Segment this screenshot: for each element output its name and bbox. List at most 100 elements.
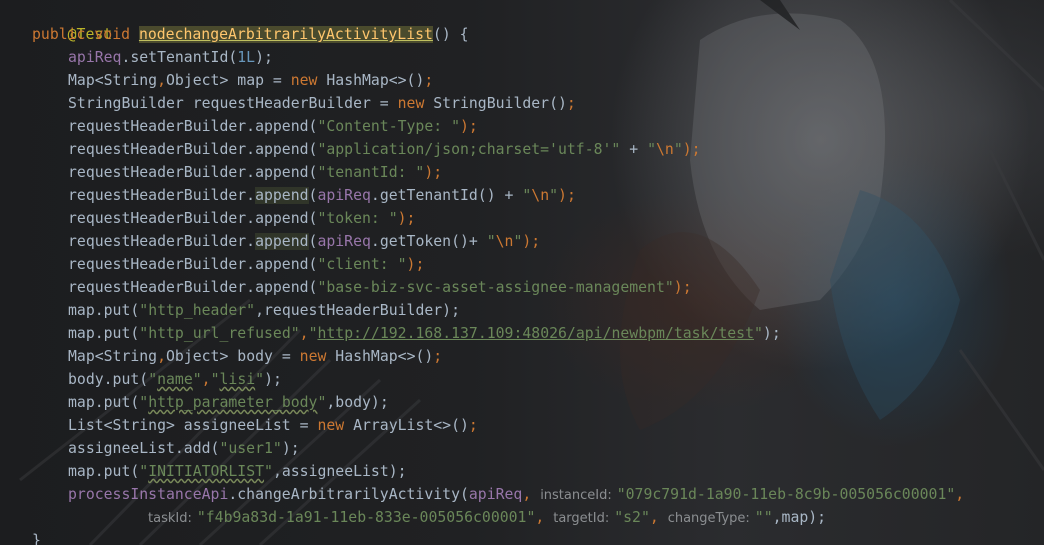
punctuation: , (157, 348, 167, 365)
punctuation: ); (406, 256, 425, 273)
code-line-7[interactable]: requestHeaderBuilder.append("application… (68, 138, 701, 161)
code-text: requestHeaderBuilder.append( (68, 279, 318, 296)
string-literal: " (210, 371, 220, 388)
code-text: ArrayList<>() (344, 417, 469, 434)
code-line-3[interactable]: apiReq.setTenantId(1L); (68, 46, 273, 69)
code-text: ,assigneeList); (272, 463, 407, 480)
string-literal: "079c791d-1a90-11eb-8c9b-005056c00001" (616, 486, 956, 503)
keyword-void: void (94, 26, 131, 43)
code-line-18[interactable]: map.put("http_parameter_body",body); (68, 391, 389, 414)
operator: + (495, 187, 523, 204)
code-text: .getToken()+ (370, 233, 487, 250)
code-text: requestHeaderBuilder. (68, 233, 256, 250)
signature-rest: () { (432, 26, 469, 43)
field-token: apiReq (317, 233, 371, 250)
keyword-new: new (299, 348, 327, 365)
keyword-new: new (290, 72, 318, 89)
punctuation: , (535, 509, 545, 526)
keyword-new: new (397, 95, 425, 112)
code-line-10[interactable]: requestHeaderBuilder.append("token: "); (68, 207, 415, 230)
string-literal: " (192, 371, 202, 388)
code-line-12[interactable]: requestHeaderBuilder.append("client: "); (68, 253, 424, 276)
string-literal: " (148, 371, 158, 388)
code-editor[interactable]: @Test public void nodechangeArbitrarilyA… (0, 0, 1044, 545)
code-text: map.put( (68, 302, 140, 319)
escape-sequence: \n (495, 233, 514, 250)
keyword-new: new (317, 417, 345, 434)
url-link[interactable]: http://192.168.137.109:48026/api/newbpm/… (317, 325, 754, 342)
string-literal: " (486, 233, 496, 250)
escape-sequence: \n (531, 187, 550, 204)
parameter-hint: targetId: (553, 511, 610, 526)
code-line-6[interactable]: requestHeaderBuilder.append("Content-Typ… (68, 115, 478, 138)
code-text: Map<String (68, 72, 158, 89)
string-literal: "token: " (317, 210, 398, 227)
field-token: apiReq (68, 49, 122, 66)
punctuation: , (522, 486, 532, 503)
string-literal: "f4b9a83d-1a91-11eb-833e-005056c00001" (196, 509, 536, 526)
string-literal: "base-biz-svc-asset-assignee-management" (317, 279, 674, 296)
code-text: map.put( (68, 463, 140, 480)
code-line-19[interactable]: List<String> assigneeList = new ArrayLis… (68, 414, 478, 437)
string-literal: " (549, 187, 559, 204)
string-literal: "user1" (219, 440, 282, 457)
string-literal: INITIATORLIST (148, 463, 265, 480)
code-text: requestHeaderBuilder.append( (68, 118, 318, 135)
punctuation: , (157, 72, 167, 89)
code-text: map.put( (68, 325, 140, 342)
code-text: Object> map = (166, 72, 291, 89)
code-line-20[interactable]: assigneeList.add("user1"); (68, 437, 300, 460)
string-literal: " (139, 463, 149, 480)
highlighted-append: append (255, 187, 309, 204)
string-literal: "http_header" (139, 302, 256, 319)
field-token: apiReq (317, 187, 371, 204)
code-text: assigneeList.add( (68, 440, 220, 457)
string-literal: http_parameter_body (148, 394, 318, 411)
string-literal: name (157, 371, 193, 388)
punctuation: , (201, 371, 211, 388)
code-line-9[interactable]: requestHeaderBuilder.append(apiReq.getTe… (68, 184, 576, 207)
punctuation: ); (558, 187, 576, 204)
method-name-token[interactable]: nodechangeArbitrarilyActivityList (138, 26, 433, 43)
code-line-14[interactable]: map.put("http_header",requestHeaderBuild… (68, 299, 460, 322)
code-line-24[interactable]: } (32, 529, 41, 545)
punctuation: , (649, 509, 659, 526)
code-text: StringBuilder() (424, 95, 567, 112)
code-text: .setTenantId( (121, 49, 238, 66)
string-literal: " (647, 141, 656, 158)
code-line-16[interactable]: Map<String,Object> body = new HashMap<>(… (68, 345, 442, 368)
keyword-public: public (32, 26, 86, 43)
string-literal: " (255, 371, 265, 388)
code-line-23[interactable]: taskId: "f4b9a83d-1a91-11eb-833e-005056c0… (148, 506, 826, 529)
code-line-15[interactable]: map.put("http_url_refused", "http://192.1… (68, 322, 781, 345)
punctuation: ); (673, 279, 692, 296)
code-text: requestHeaderBuilder. (68, 187, 256, 204)
string-literal: "client: " (317, 256, 407, 273)
code-text: ); (762, 325, 781, 342)
field-token: processInstanceApi (68, 486, 229, 503)
code-line-5[interactable]: StringBuilder requestHeaderBuilder = new… (68, 92, 576, 115)
code-line-11[interactable]: requestHeaderBuilder.append(apiReq.getTo… (68, 230, 540, 253)
code-line-17[interactable]: body.put("name","lisi"); (68, 368, 282, 391)
code-text: List<String> assigneeList = (68, 417, 318, 434)
string-literal: "http_url_refused" (139, 325, 300, 342)
code-line-22[interactable]: processInstanceApi.changeArbitrarilyActi… (68, 483, 964, 506)
punctuation: ); (682, 141, 701, 158)
escape-sequence: \n (655, 141, 674, 158)
code-text: Object> body = (166, 348, 300, 365)
code-line-21[interactable]: map.put("INITIATORLIST",assigneeList); (68, 460, 407, 483)
code-line-2[interactable]: public void nodechangeArbitrarilyActivit… (32, 23, 469, 46)
code-line-1[interactable]: @Test (32, 0, 113, 43)
closing-brace: } (32, 532, 41, 545)
code-text: HashMap<>() (326, 348, 434, 365)
operator: + (620, 141, 648, 158)
string-literal: "application/json;charset='utf-8'" (317, 141, 621, 158)
string-literal: " (139, 394, 149, 411)
code-line-13[interactable]: requestHeaderBuilder.append("base-biz-sv… (68, 276, 692, 299)
punctuation: ); (522, 233, 541, 250)
code-line-4[interactable]: Map<String,Object> map = new HashMap<>()… (68, 69, 433, 92)
parameter-hint: changeType: (667, 511, 750, 526)
string-literal: " (754, 325, 763, 342)
code-line-8[interactable]: requestHeaderBuilder.append("tenantId: "… (68, 161, 442, 184)
punctuation: ); (459, 118, 478, 135)
